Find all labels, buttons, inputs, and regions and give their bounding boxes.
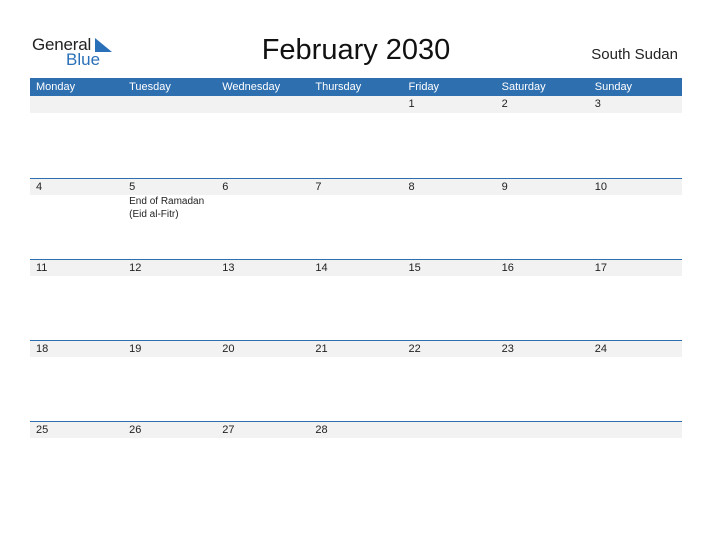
day-number: 7 <box>315 181 322 193</box>
day-cell: 18 <box>30 341 123 357</box>
day-number: 8 <box>408 181 415 193</box>
day-cell <box>123 96 216 113</box>
day-cell: 2 <box>496 96 589 113</box>
day-cell: 23 <box>496 341 589 357</box>
day-number: 2 <box>501 98 508 110</box>
day-number <box>595 422 682 438</box>
day-cell: 6 <box>216 179 309 221</box>
day-number: 22 <box>408 343 421 355</box>
day-number: 1 <box>408 98 415 110</box>
day-number: 18 <box>36 343 49 355</box>
day-cell: 25 <box>30 422 123 438</box>
holiday-event: End of Ramadan (Eid al-Fitr) <box>129 196 205 220</box>
weekday-saturday: Saturday <box>501 81 546 93</box>
weekday-sunday: Sunday <box>594 81 633 93</box>
day-number: 19 <box>129 343 142 355</box>
day-number: 24 <box>594 343 607 355</box>
day-number: 11 <box>36 262 48 274</box>
day-number: 14 <box>315 262 328 274</box>
weekday-wednesday: Wednesday <box>222 81 281 93</box>
day-cell: 24 <box>589 341 682 357</box>
day-cell: 20 <box>216 341 309 357</box>
day-number: 6 <box>222 181 229 193</box>
day-cell: 3 <box>589 96 682 113</box>
day-cell: 1 <box>403 96 496 113</box>
day-number: 10 <box>594 181 607 193</box>
weeks: 1 2 3 4 5 End of Ramadan (Eid al-Fitr) 6 7 8 9 10 1… <box>30 96 682 502</box>
day-cell <box>589 422 682 438</box>
week-row: 18 19 20 21 22 23 24 <box>30 340 682 421</box>
day-number: 28 <box>315 424 328 436</box>
day-cell: 14 <box>309 260 402 276</box>
day-cell: 15 <box>403 260 496 276</box>
day-number: 13 <box>222 262 235 274</box>
weekday-header: Monday Tuesday Wednesday Thursday Friday… <box>30 78 682 96</box>
weekday-thursday: Thursday <box>315 81 362 93</box>
day-cell <box>309 96 402 113</box>
weekday-tuesday: Tuesday <box>129 81 171 93</box>
day-cell <box>30 96 123 113</box>
day-cell: 26 <box>123 422 216 438</box>
day-number: 5 <box>129 181 136 193</box>
day-number <box>409 422 496 438</box>
day-number <box>36 96 123 113</box>
day-cell: 8 <box>403 179 496 221</box>
weekday-friday: Friday <box>408 81 440 93</box>
day-number <box>222 96 309 113</box>
day-cell <box>496 422 589 438</box>
day-number: 23 <box>501 343 514 355</box>
calendar-grid: Monday Tuesday Wednesday Thursday Friday… <box>30 78 682 502</box>
day-number: 3 <box>594 98 601 110</box>
day-number: 25 <box>36 424 49 436</box>
day-cell: 12 <box>123 260 216 276</box>
week-row: 25 26 27 28 <box>30 421 682 502</box>
day-number: 21 <box>315 343 328 355</box>
day-number: 17 <box>594 262 607 274</box>
day-cell: 11 <box>30 260 123 276</box>
day-cell <box>216 96 309 113</box>
day-cell: 27 <box>216 422 309 438</box>
day-cell: 16 <box>496 260 589 276</box>
day-number: 20 <box>222 343 235 355</box>
day-number: 4 <box>36 181 43 193</box>
day-number: 15 <box>408 262 421 274</box>
day-cell: 9 <box>496 179 589 221</box>
day-cell: 5 End of Ramadan (Eid al-Fitr) <box>123 179 216 221</box>
day-number: 16 <box>501 262 514 274</box>
day-cell: 13 <box>216 260 309 276</box>
day-number: 12 <box>129 262 142 274</box>
country-label: South Sudan <box>591 46 678 63</box>
day-number: 27 <box>222 424 235 436</box>
day-cell: 19 <box>123 341 216 357</box>
day-number: 9 <box>501 181 508 193</box>
day-number <box>315 96 402 113</box>
day-cell: 17 <box>589 260 682 276</box>
day-cell: 10 <box>589 179 682 221</box>
day-cell: 7 <box>309 179 402 221</box>
day-cell <box>403 422 496 438</box>
day-number: 26 <box>129 424 142 436</box>
day-number <box>502 422 589 438</box>
day-number <box>129 96 216 113</box>
day-cell: 4 <box>30 179 123 221</box>
week-row: 11 12 13 14 15 16 17 <box>30 259 682 340</box>
day-cell: 28 <box>309 422 402 438</box>
week-row: 4 5 End of Ramadan (Eid al-Fitr) 6 7 8 9 10 <box>30 178 682 259</box>
week-row: 1 2 3 <box>30 96 682 178</box>
day-cell: 22 <box>403 341 496 357</box>
weekday-monday: Monday <box>36 81 76 93</box>
day-cell: 21 <box>309 341 402 357</box>
